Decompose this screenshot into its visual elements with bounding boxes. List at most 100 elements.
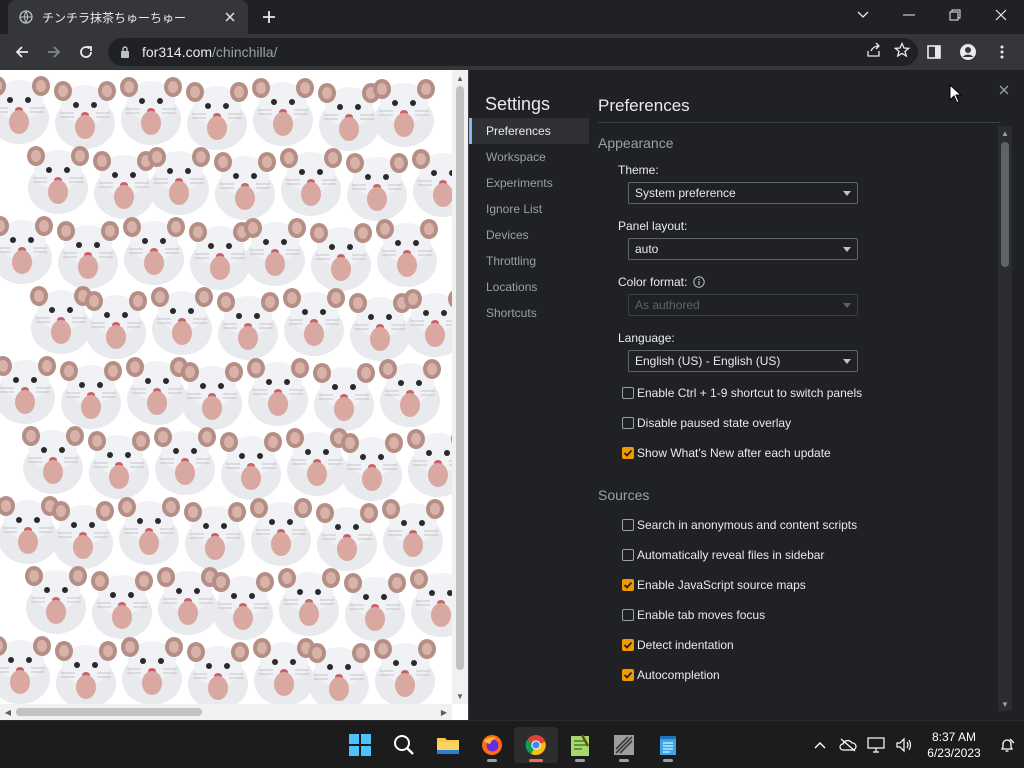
notepad-plus-icon[interactable] (558, 727, 602, 763)
running-indicator (575, 759, 585, 762)
pane-title: Preferences (598, 96, 690, 115)
running-indicator (487, 759, 497, 762)
sources-heading: Sources (598, 487, 650, 503)
checkbox[interactable] (622, 579, 634, 591)
checkbox-row[interactable]: Disable paused state overlay (622, 408, 996, 438)
color-format-label: Color format: (618, 275, 688, 289)
checkbox-row[interactable]: Automatically reveal files in sidebar (622, 540, 996, 570)
checkbox-row[interactable]: Enable JavaScript source maps (622, 570, 996, 600)
restore-button[interactable] (932, 0, 978, 30)
browser-toolbar: for314.com/chinchilla/ (0, 34, 1024, 70)
scroll-left-arrow-icon[interactable]: ◀ (2, 706, 14, 718)
windows-start-icon[interactable] (338, 727, 382, 763)
page-horizontal-scrollbar[interactable]: ◀ ▶ (0, 704, 452, 720)
checkbox-label: Disable paused state overlay (637, 416, 792, 430)
page-hscroll-thumb[interactable] (16, 708, 202, 716)
address-bar[interactable]: for314.com/chinchilla/ (108, 38, 918, 66)
close-window-button[interactable] (978, 0, 1024, 30)
file-explorer-icon[interactable] (426, 727, 470, 763)
checkbox[interactable] (622, 609, 634, 621)
preferences-pane: Appearance Theme: System preference Pane… (598, 132, 996, 707)
window-controls (840, 0, 1024, 30)
reload-icon[interactable] (70, 36, 102, 68)
running-indicator (619, 759, 629, 762)
chrome-icon[interactable] (514, 727, 558, 763)
checkbox-row[interactable]: Search in anonymous and content scripts (622, 510, 996, 540)
profile-icon[interactable] (952, 36, 984, 68)
checkbox[interactable] (622, 639, 634, 651)
settings-nav-item[interactable]: Locations (469, 274, 589, 300)
settings-nav-item[interactable]: Ignore List (469, 196, 589, 222)
settings-nav-item[interactable]: Throttling (469, 248, 589, 274)
cloud-offline-icon[interactable] (834, 721, 862, 768)
side-panel-icon[interactable] (918, 36, 950, 68)
scroll-up-arrow-icon[interactable]: ▲ (454, 72, 466, 84)
clock[interactable]: 8:37 AM 6/23/2023 (918, 729, 990, 761)
info-icon[interactable] (693, 276, 706, 288)
forward-icon[interactable] (38, 36, 70, 68)
network-icon[interactable] (862, 721, 890, 768)
settings-vertical-scrollbar[interactable]: ▲ ▼ (998, 126, 1012, 711)
system-tray: 8:37 AM 6/23/2023 (806, 721, 1024, 768)
settings-scroll-thumb[interactable] (1001, 142, 1009, 267)
tab-search-icon[interactable] (840, 0, 886, 30)
mouse-cursor-icon (949, 83, 963, 104)
checkbox[interactable] (622, 669, 634, 681)
new-tab-button[interactable] (258, 6, 280, 28)
kebab-menu-icon[interactable] (986, 36, 1018, 68)
sources-checkboxes: Search in anonymous and content scripts A… (598, 510, 996, 690)
checkbox-row[interactable]: Enable Ctrl + 1-9 shortcut to switch pan… (622, 378, 996, 408)
clock-date: 6/23/2023 (927, 746, 981, 760)
minimize-button[interactable] (886, 0, 932, 30)
scroll-down-arrow-icon[interactable]: ▼ (454, 690, 466, 702)
settings-title: Settings (485, 94, 551, 114)
share-icon[interactable] (866, 42, 882, 61)
checkbox-row[interactable]: Enable tab moves focus (622, 600, 996, 630)
appearance-checkboxes: Enable Ctrl + 1-9 shortcut to switch pan… (598, 378, 996, 468)
chevron-up-icon[interactable] (806, 721, 834, 768)
checkbox-row[interactable]: Autocompletion (622, 660, 996, 690)
chinchilla-image (366, 629, 444, 704)
firefox-icon[interactable] (470, 727, 514, 763)
settings-nav-item[interactable]: Workspace (469, 144, 589, 170)
settings-nav-item[interactable]: Experiments (469, 170, 589, 196)
web-page[interactable]: ▲ ▼ ◀ ▶ (0, 70, 468, 720)
dropdown-caret-icon (843, 303, 851, 308)
tab-close-icon[interactable] (222, 9, 238, 25)
scroll-up-arrow-icon[interactable]: ▲ (1001, 129, 1009, 138)
checkbox-row[interactable]: Show What's New after each update (622, 438, 996, 468)
checkbox[interactable] (622, 447, 634, 459)
checkbox[interactable] (622, 387, 634, 399)
panel-layout-select[interactable]: auto (628, 238, 858, 260)
close-settings-icon[interactable] (996, 82, 1012, 98)
back-icon[interactable] (6, 36, 38, 68)
scroll-down-arrow-icon[interactable]: ▼ (1001, 700, 1009, 709)
checkbox-row[interactable]: Detect indentation (622, 630, 996, 660)
bookmark-star-icon[interactable] (893, 41, 911, 61)
page-vertical-scrollbar[interactable]: ▲ ▼ (452, 70, 468, 704)
language-select[interactable]: English (US) - English (US) (628, 350, 858, 372)
lock-icon[interactable] (118, 45, 132, 59)
scroll-right-arrow-icon[interactable]: ▶ (438, 706, 450, 718)
checkbox[interactable] (622, 549, 634, 561)
settings-nav-item[interactable]: Shortcuts (469, 300, 589, 326)
checkbox-label: Enable tab moves focus (637, 608, 766, 622)
volume-icon[interactable] (890, 721, 918, 768)
terminal-app-icon[interactable] (602, 727, 646, 763)
notepad-icon[interactable] (646, 727, 690, 763)
globe-icon (18, 9, 34, 25)
appearance-heading: Appearance (598, 135, 674, 151)
chinchilla-image (396, 279, 452, 359)
notification-bell-icon[interactable] (990, 721, 1024, 768)
settings-nav-item[interactable]: Preferences (469, 118, 589, 144)
checkbox[interactable] (622, 519, 634, 531)
theme-select[interactable]: System preference (628, 182, 858, 204)
url-host: for314.com (142, 44, 213, 60)
page-scroll-thumb[interactable] (456, 86, 464, 670)
checkmark-icon (623, 671, 633, 679)
search-icon[interactable] (382, 727, 426, 763)
tab-title: チンチラ抹茶ちゅーちゅー (42, 10, 187, 25)
checkbox[interactable] (622, 417, 634, 429)
browser-tab[interactable]: チンチラ抹茶ちゅーちゅー (8, 0, 248, 34)
settings-nav-item[interactable]: Devices (469, 222, 589, 248)
